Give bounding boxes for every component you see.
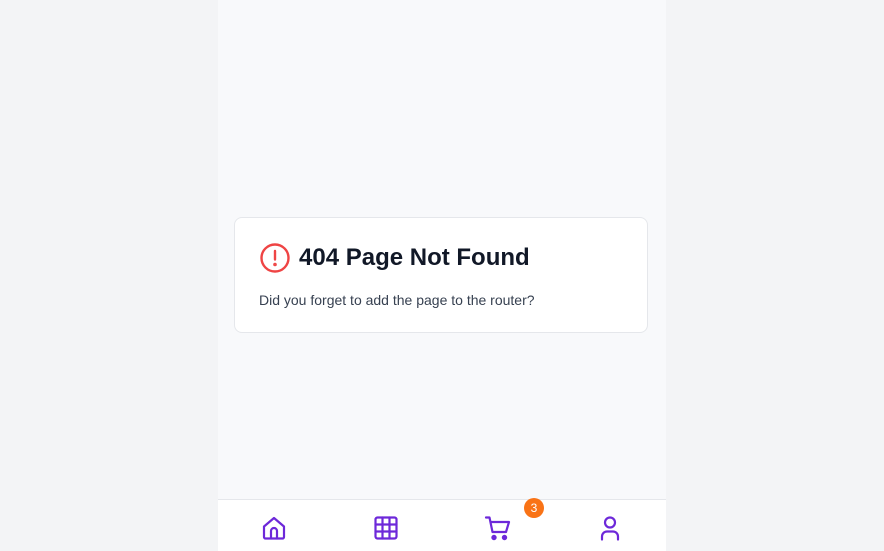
home-icon <box>260 514 288 542</box>
alert-circle-icon <box>259 242 291 274</box>
bottom-nav: 3 <box>218 498 666 551</box>
nav-grid[interactable] <box>330 500 442 551</box>
nav-cart[interactable]: 3 <box>442 498 554 551</box>
user-icon <box>596 514 624 542</box>
error-message: Did you forget to add the page to the ro… <box>259 292 535 308</box>
cart-icon <box>484 514 512 542</box>
nav-home[interactable] <box>218 500 330 551</box>
grid-icon <box>372 514 400 542</box>
error-heading: 404 Page Not Found <box>259 242 530 274</box>
nav-profile[interactable] <box>554 500 666 551</box>
cart-badge: 3 <box>524 498 544 518</box>
error-card: 404 Page Not Found Did you forget to add… <box>234 217 648 333</box>
page-title: 404 Page Not Found <box>299 244 530 271</box>
app-frame: 404 Page Not Found Did you forget to add… <box>218 0 666 551</box>
